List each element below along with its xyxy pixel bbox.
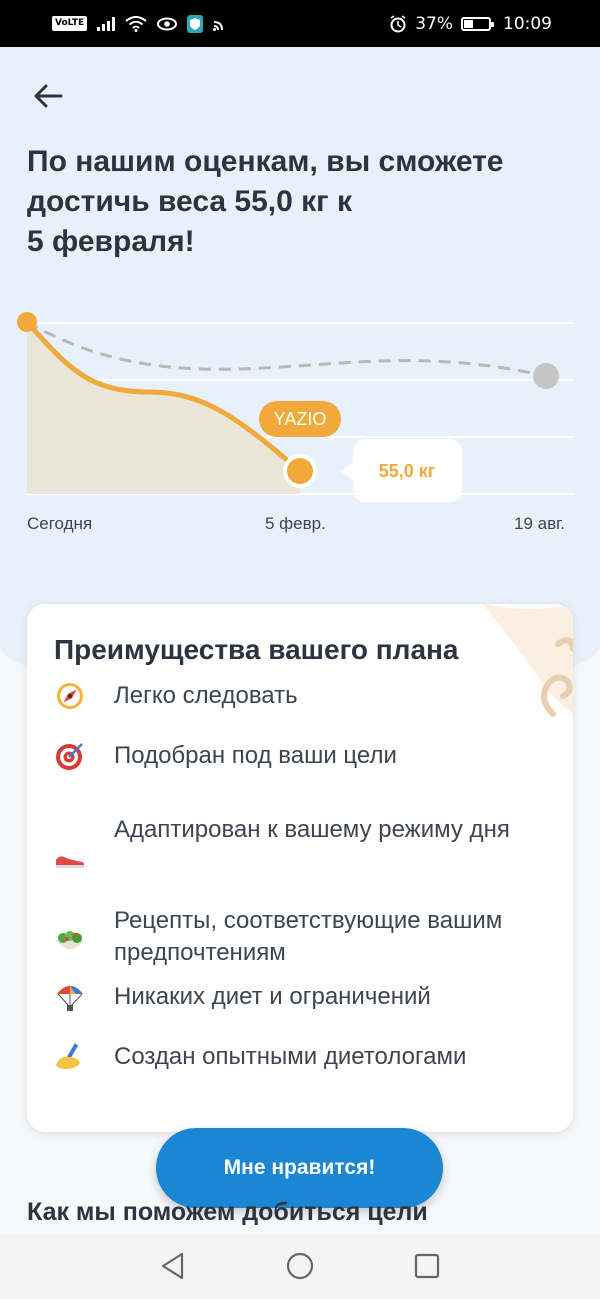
wifi-icon — [125, 15, 147, 32]
battery-percent: 37% — [415, 13, 453, 34]
shield-icon — [187, 14, 204, 33]
benefit-text: Подобран под ваши цели — [114, 742, 397, 769]
writing-hand-icon — [54, 1041, 86, 1073]
target-icon — [54, 740, 86, 772]
alarm-icon — [389, 14, 407, 33]
benefit-text: Создан опытными диетологами — [114, 1043, 467, 1070]
benefit-text: Адаптирован к вашему режиму дня — [114, 816, 510, 843]
x-tick-today: Сегодня — [27, 514, 93, 533]
nav-recents-button[interactable] — [397, 1236, 457, 1296]
yazio-tag-label: YAZIO — [274, 409, 327, 429]
weight-forecast-chart: YAZIO 55,0 кг — [17, 312, 573, 502]
benefit-text: Никаких диет и ограничений — [114, 983, 431, 1010]
arrow-left-icon — [34, 84, 63, 108]
title-line-2: достичь веса 55,0 кг к — [27, 185, 352, 218]
start-point — [17, 312, 37, 332]
benefit-text: Рецепты, соответствующие вашим предпочте… — [114, 907, 503, 966]
like-button[interactable]: Мне нравится! — [156, 1128, 443, 1208]
triangle-back-icon — [162, 1252, 184, 1280]
end-point-typical — [533, 363, 559, 389]
yazio-tag: YAZIO — [259, 401, 341, 437]
volte-indicator: VoLTE — [52, 16, 88, 31]
compass-icon — [54, 680, 86, 712]
x-tick-end-date: 19 авг. — [514, 514, 565, 533]
series-line-typical — [26, 320, 547, 378]
title-line-1: По нашим оценкам, вы сможете — [27, 145, 504, 178]
parachute-icon — [54, 981, 86, 1013]
goal-tooltip-value: 55,0 кг — [379, 461, 436, 481]
salad-icon — [54, 925, 86, 957]
x-tick-goal-date: 5 февр. — [265, 514, 326, 533]
plan-benefits-card: Преимущества вашего плана Легко следоват… — [27, 604, 573, 1132]
eye-icon — [157, 17, 178, 31]
battery-icon — [461, 16, 494, 31]
circle-home-icon — [286, 1252, 314, 1280]
goal-tooltip: 55,0 кг — [340, 439, 462, 502]
status-bar: VoLTE 37% 10:09 — [0, 0, 600, 47]
back-button[interactable] — [28, 76, 68, 116]
goal-point — [287, 458, 313, 484]
page-title: По нашим оценкам, вы сможете достичь вес… — [27, 142, 567, 262]
cast-icon — [213, 17, 227, 31]
card-title: Преимущества вашего плана — [54, 634, 459, 665]
sneaker-icon — [54, 844, 86, 876]
square-recents-icon — [414, 1253, 439, 1279]
clock: 10:09 — [503, 13, 552, 34]
section-heading: Как мы поможем добиться цели — [27, 1198, 428, 1226]
nav-home-button[interactable] — [270, 1236, 330, 1296]
nav-back-button[interactable] — [143, 1236, 203, 1296]
signal-icon — [97, 16, 116, 31]
benefit-text: Легко следовать — [114, 682, 298, 709]
title-line-3: 5 февраля! — [27, 225, 195, 258]
projected-area — [27, 322, 300, 494]
system-nav-bar — [0, 1233, 600, 1299]
